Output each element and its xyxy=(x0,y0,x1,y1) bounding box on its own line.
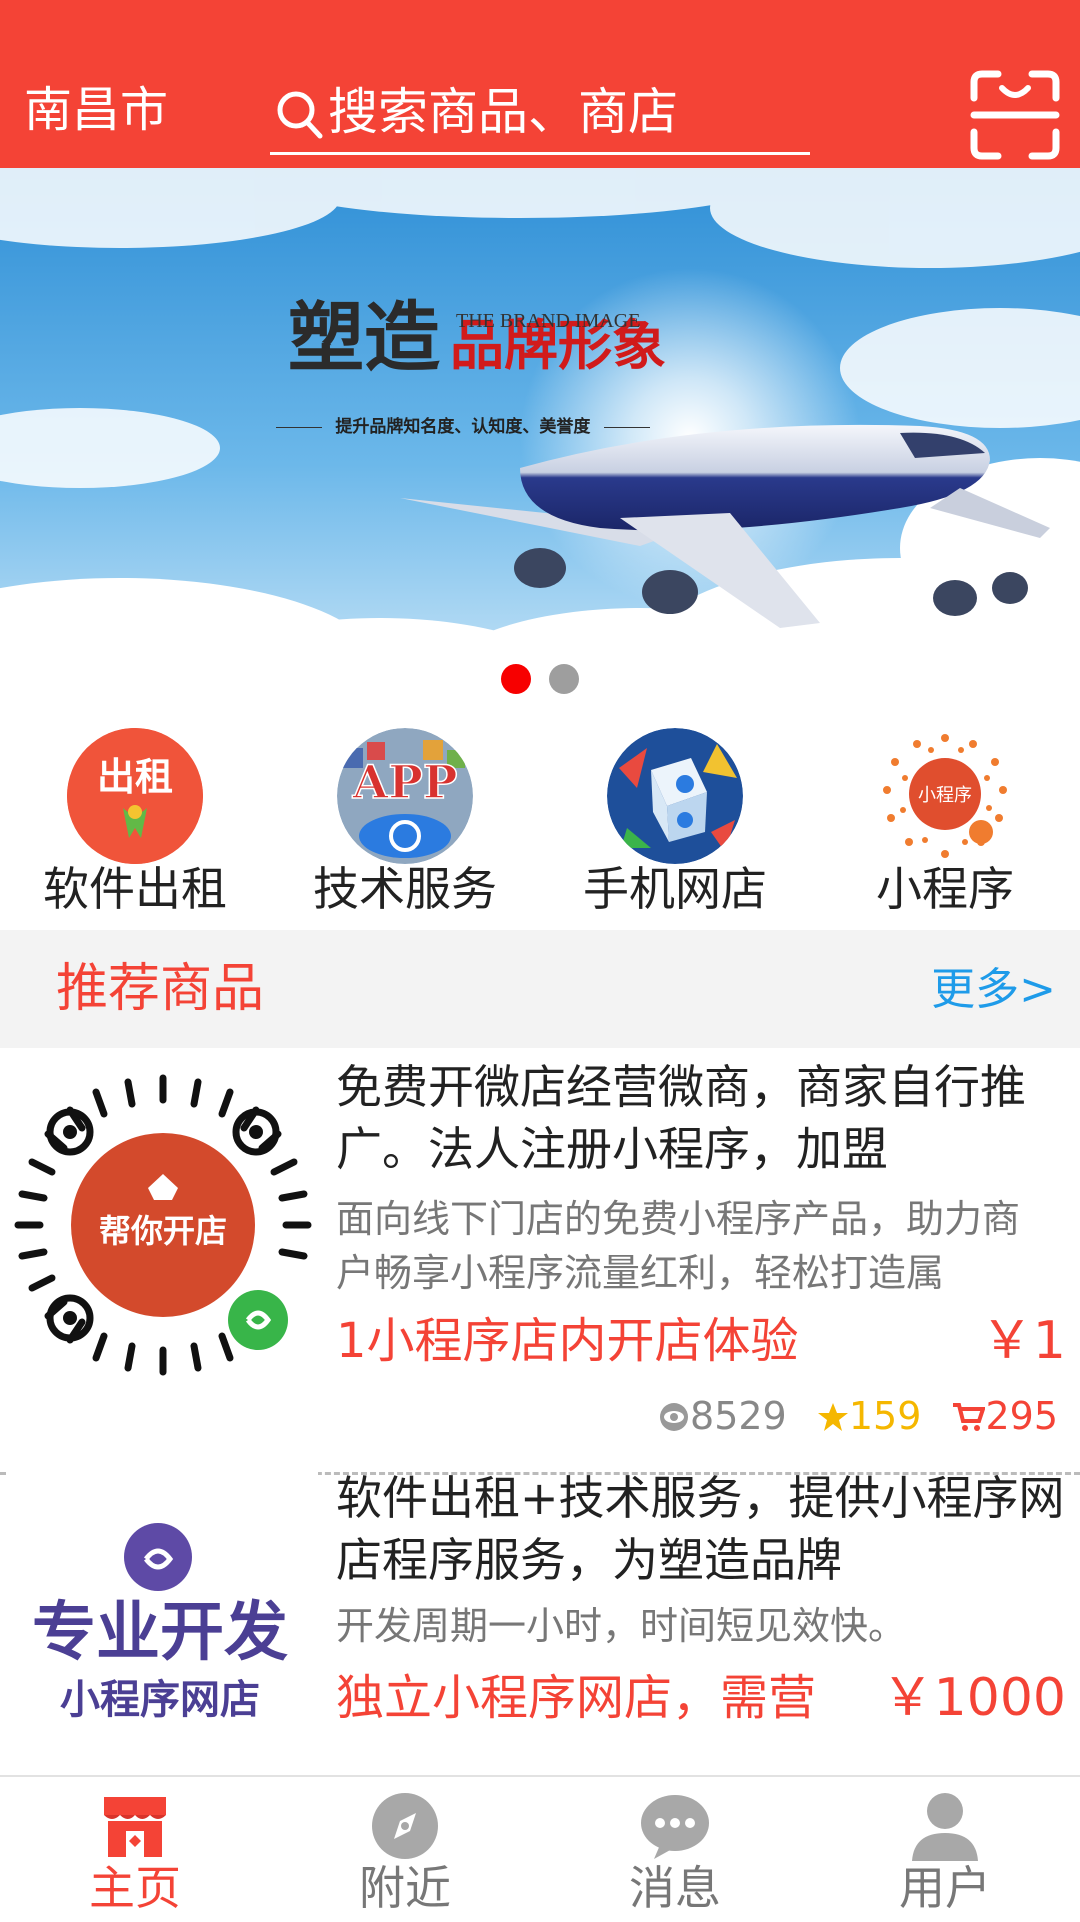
city-selector[interactable]: 南昌市 xyxy=(24,78,168,142)
search-placeholder: 搜索商品、商店 xyxy=(328,83,678,141)
app-icon-text: APP xyxy=(352,755,458,809)
scan-icon[interactable] xyxy=(968,68,1062,162)
carousel-dot[interactable] xyxy=(549,664,579,694)
mini-program-icon-text: 小程序 xyxy=(918,785,972,806)
message-icon xyxy=(641,1795,709,1859)
thumb-text-1: 专业开发 xyxy=(32,1596,288,1670)
product-card[interactable]: 帮你开店 免费开微店经营微商，商家自行推广。法人注册小程序，加盟 面向线下门店的… xyxy=(0,1048,1080,1475)
section-title: 推荐商品 xyxy=(56,959,265,1019)
search-box[interactable]: 搜索商品、商店 xyxy=(270,76,810,155)
mini-program-icon: 小程序 xyxy=(877,728,1013,864)
rental-icon: 出租 xyxy=(67,728,203,864)
cart-count: 295 xyxy=(985,1394,1058,1438)
category-tech-service[interactable]: APP 技术服务 xyxy=(270,708,540,930)
banner-tagline: 提升品牌知名度、认知度、美誉度 xyxy=(276,412,650,437)
thumb-text: 帮你开店 xyxy=(99,1212,227,1250)
mobile-shop-icon xyxy=(607,728,743,864)
rental-icon-text: 出租 xyxy=(97,755,173,799)
product-title: 软件出租+技术服务，提供小程序网店程序服务，为塑造品牌 xyxy=(336,1471,1065,1587)
product-thumbnail: 帮你开店 xyxy=(8,1070,318,1380)
product-subtitle: 1小程序店内开店体验 xyxy=(336,1313,799,1369)
product-title: 免费开微店经营微商，商家自行推广。法人注册小程序，加盟 xyxy=(336,1060,1026,1176)
product-card[interactable]: 专业开发 小程序网店 软件出租+技术服务，提供小程序网店程序服务，为塑造品牌 开… xyxy=(0,1467,1080,1775)
more-link[interactable]: 更多> xyxy=(931,962,1056,1018)
nav-label: 附近 xyxy=(359,1861,451,1915)
category-label: 技术服务 xyxy=(313,862,497,916)
category-software-rental[interactable]: 出租 软件出租 xyxy=(0,708,270,930)
carousel-dot-active[interactable] xyxy=(501,664,531,694)
category-mini-program[interactable]: 小程序 小程序 xyxy=(810,708,1080,930)
banner-tagline-text: 提升品牌知名度、认知度、美誉度 xyxy=(335,417,591,437)
stars-stat: 159 xyxy=(817,1392,922,1440)
category-grid: 出租 软件出租 APP 技术服务 手机网店 小程序 小程序 xyxy=(0,708,1080,930)
bottom-nav: 主页 附近 消息 用户 xyxy=(0,1775,1080,1922)
nav-nearby[interactable]: 附近 xyxy=(270,1777,540,1922)
views-stat: 8529 xyxy=(658,1392,787,1440)
banner-headline-black: 塑造 xyxy=(288,293,440,382)
product-subtitle: 独立小程序网店，需营 xyxy=(336,1670,817,1726)
product-description: 面向线下门店的免费小程序产品，助力商户畅享小程序流量红利，轻松打造属 xyxy=(336,1197,1021,1295)
stars-count: 159 xyxy=(848,1394,922,1438)
app-store-icon: APP xyxy=(337,728,473,864)
star-icon xyxy=(817,1403,848,1431)
nav-label: 消息 xyxy=(629,1861,721,1915)
product-price: ￥1 xyxy=(980,1311,1066,1371)
compass-icon xyxy=(372,1793,438,1859)
banner-image xyxy=(0,168,1080,708)
search-icon xyxy=(277,91,323,139)
recommended-header: 推荐商品 更多> xyxy=(0,930,1080,1048)
nav-user[interactable]: 用户 xyxy=(810,1777,1080,1922)
views-count: 8529 xyxy=(690,1394,787,1438)
top-bar: 南昌市 搜索商品、商店 xyxy=(0,0,1080,168)
nav-label: 用户 xyxy=(899,1861,991,1915)
product-stats: 8529 159 295 xyxy=(640,1392,1058,1440)
nav-label: 主页 xyxy=(89,1861,181,1915)
cart-stat: 295 xyxy=(951,1392,1058,1440)
nav-home[interactable]: 主页 xyxy=(0,1777,270,1922)
category-mobile-shop[interactable]: 手机网店 xyxy=(540,708,810,930)
category-label: 手机网店 xyxy=(583,862,767,916)
banner-subtitle-en: THE BRAND IMAGE xyxy=(456,310,641,332)
product-description: 开发周期一小时，时间短见效快。 xyxy=(336,1604,907,1648)
category-label: 软件出租 xyxy=(43,862,227,916)
product-thumbnail: 专业开发 小程序网店 xyxy=(8,1467,318,1757)
promo-banner[interactable]: 塑造 品牌形象 THE BRAND IMAGE 提升品牌知名度、认知度、美誉度 xyxy=(0,168,1080,708)
user-icon xyxy=(912,1793,978,1861)
cart-icon xyxy=(953,1403,987,1431)
nav-messages[interactable]: 消息 xyxy=(540,1777,810,1922)
eye-icon xyxy=(660,1403,689,1431)
shop-icon xyxy=(104,1797,166,1857)
category-label: 小程序 xyxy=(876,862,1014,916)
thumb-text-2: 小程序网店 xyxy=(60,1677,260,1723)
product-price: ￥1000 xyxy=(881,1668,1066,1728)
